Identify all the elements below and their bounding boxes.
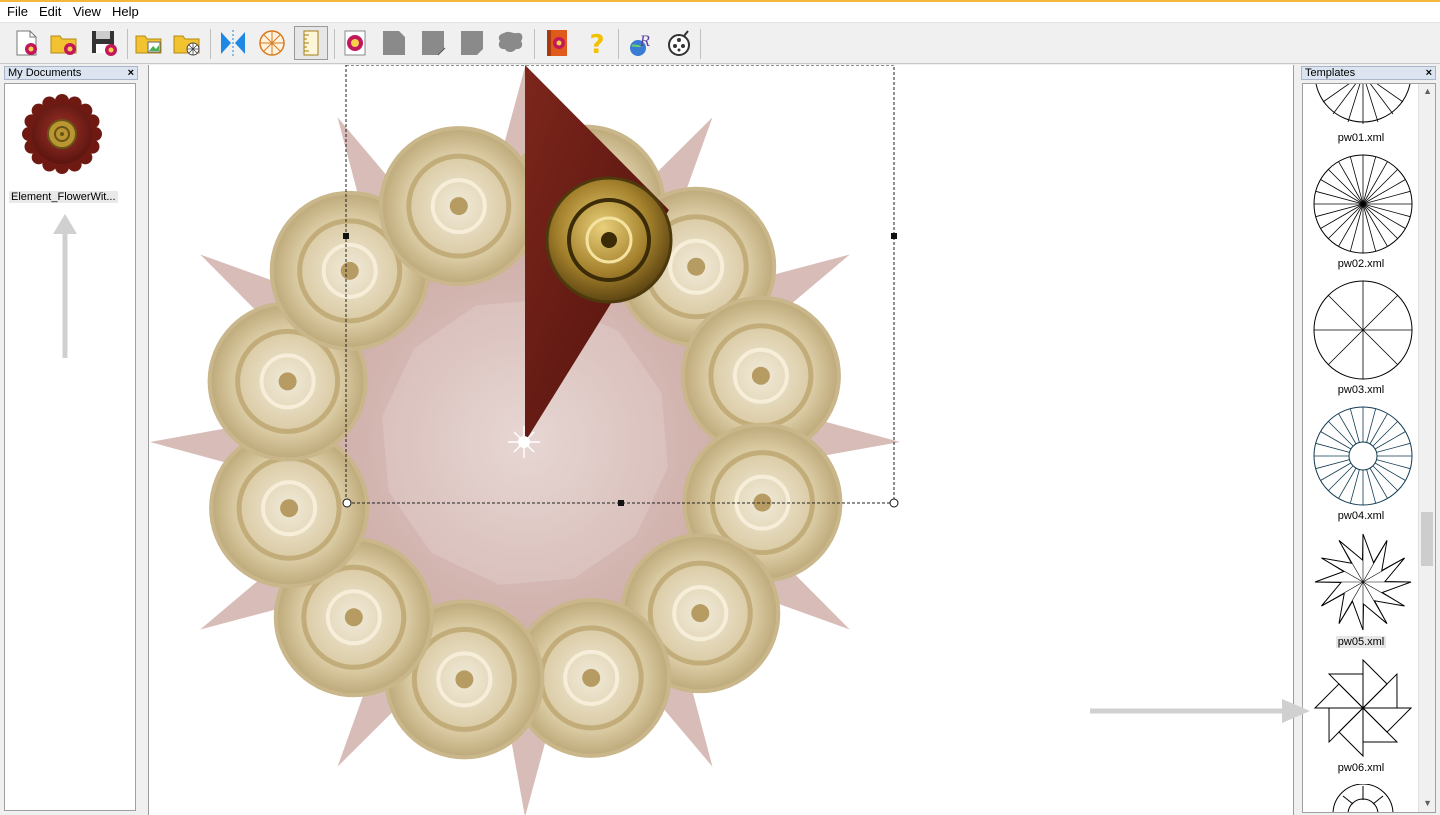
segment-two-icon <box>422 31 446 56</box>
save-button[interactable] <box>87 26 121 60</box>
menu-view[interactable]: View <box>73 4 101 19</box>
ruler-button[interactable] <box>294 26 328 60</box>
save-disk-icon <box>92 31 117 56</box>
import-image-button[interactable] <box>132 26 166 60</box>
template-label-pw06: pw06.xml <box>1337 762 1385 774</box>
template-thumbnail-pw03 <box>1313 280 1413 380</box>
templates-title: Templates <box>1305 67 1356 79</box>
template-label-pw03: pw03.xml <box>1337 384 1385 396</box>
scroll-down-arrow-icon[interactable]: ▼ <box>1423 798 1432 808</box>
templates-panel: pw01.xml pw02.xml pw03.xml pw04.xml pw05… <box>1302 83 1436 813</box>
template-thumbnail-pw01 <box>1315 84 1411 124</box>
flower-edit-button[interactable] <box>338 26 372 60</box>
template-thumbnail-pw04 <box>1313 406 1413 506</box>
template-label-pw04: pw04.xml <box>1337 510 1385 522</box>
templates-close-button[interactable]: × <box>1426 67 1432 79</box>
import-image-icon <box>135 35 162 54</box>
scroll-up-arrow-icon[interactable]: ▲ <box>1423 86 1432 96</box>
template-label-pw02: pw02.xml <box>1337 258 1385 270</box>
template-folder-icon <box>173 35 200 56</box>
my-documents-panel-header: My Documents × <box>4 66 138 80</box>
reel-button[interactable] <box>662 26 696 60</box>
mirror-button[interactable] <box>216 26 250 60</box>
templates-scroll-thumb[interactable] <box>1421 512 1433 566</box>
new-document-button[interactable] <box>9 26 43 60</box>
hint-arrow-right <box>1090 699 1310 723</box>
wheel-segments-button[interactable] <box>255 26 289 60</box>
menu-bar: File Edit View Help <box>0 2 1440 23</box>
template-thumbnail-pw07[interactable] <box>1323 784 1403 813</box>
segment-three-button[interactable] <box>455 26 489 60</box>
document-label: Element_FlowerWit... <box>9 191 118 203</box>
document-thumbnail <box>22 94 102 174</box>
my-documents-panel: Element_FlowerWit... <box>4 83 136 811</box>
menu-file[interactable]: File <box>7 4 28 19</box>
template-thumbnail-pw05 <box>1314 533 1412 631</box>
segment-three-icon <box>461 31 483 55</box>
open-folder-icon <box>50 35 77 55</box>
open-document-button[interactable] <box>47 26 81 60</box>
template-label-pw05: pw05.xml <box>1335 636 1387 648</box>
menu-help[interactable]: Help <box>112 4 139 19</box>
new-document-icon <box>16 30 37 56</box>
load-template-button[interactable] <box>170 26 204 60</box>
my-documents-close-button[interactable]: × <box>128 67 134 79</box>
globe-logo-icon: R <box>630 34 651 56</box>
my-documents-title: My Documents <box>8 67 82 79</box>
help-book-button[interactable] <box>540 26 574 60</box>
svg-text:?: ? <box>589 30 604 58</box>
wheel-icon <box>259 30 285 56</box>
template-label-pw01: pw01.xml <box>1337 132 1385 144</box>
document-item[interactable]: Element_FlowerWit... <box>5 84 135 214</box>
hint-arrow-up <box>53 214 77 358</box>
menu-edit[interactable]: Edit <box>39 4 61 19</box>
segment-one-button[interactable] <box>377 26 411 60</box>
templates-panel-header: Templates × <box>1301 66 1436 80</box>
help-book-icon <box>547 30 567 56</box>
blob-shape-button[interactable] <box>494 26 528 60</box>
mirror-icon <box>221 30 245 56</box>
svg-text:R: R <box>639 34 651 50</box>
blob-shape-icon <box>498 31 523 52</box>
template-thumbnail-pw06 <box>1313 658 1413 758</box>
segment-two-button[interactable] <box>416 26 450 60</box>
templates-scrollbar[interactable]: ▲ ▼ <box>1418 84 1435 812</box>
website-button[interactable]: R <box>624 26 658 60</box>
ruler-icon <box>303 30 319 56</box>
segment-one-icon <box>383 31 405 55</box>
help-button[interactable]: ? <box>580 26 614 60</box>
template-thumbnail-pw02 <box>1313 154 1413 254</box>
question-mark-icon: ? <box>589 30 604 58</box>
flower-document-icon <box>344 30 366 56</box>
film-reel-icon <box>668 30 690 56</box>
toolbar: ? R <box>0 23 1440 64</box>
